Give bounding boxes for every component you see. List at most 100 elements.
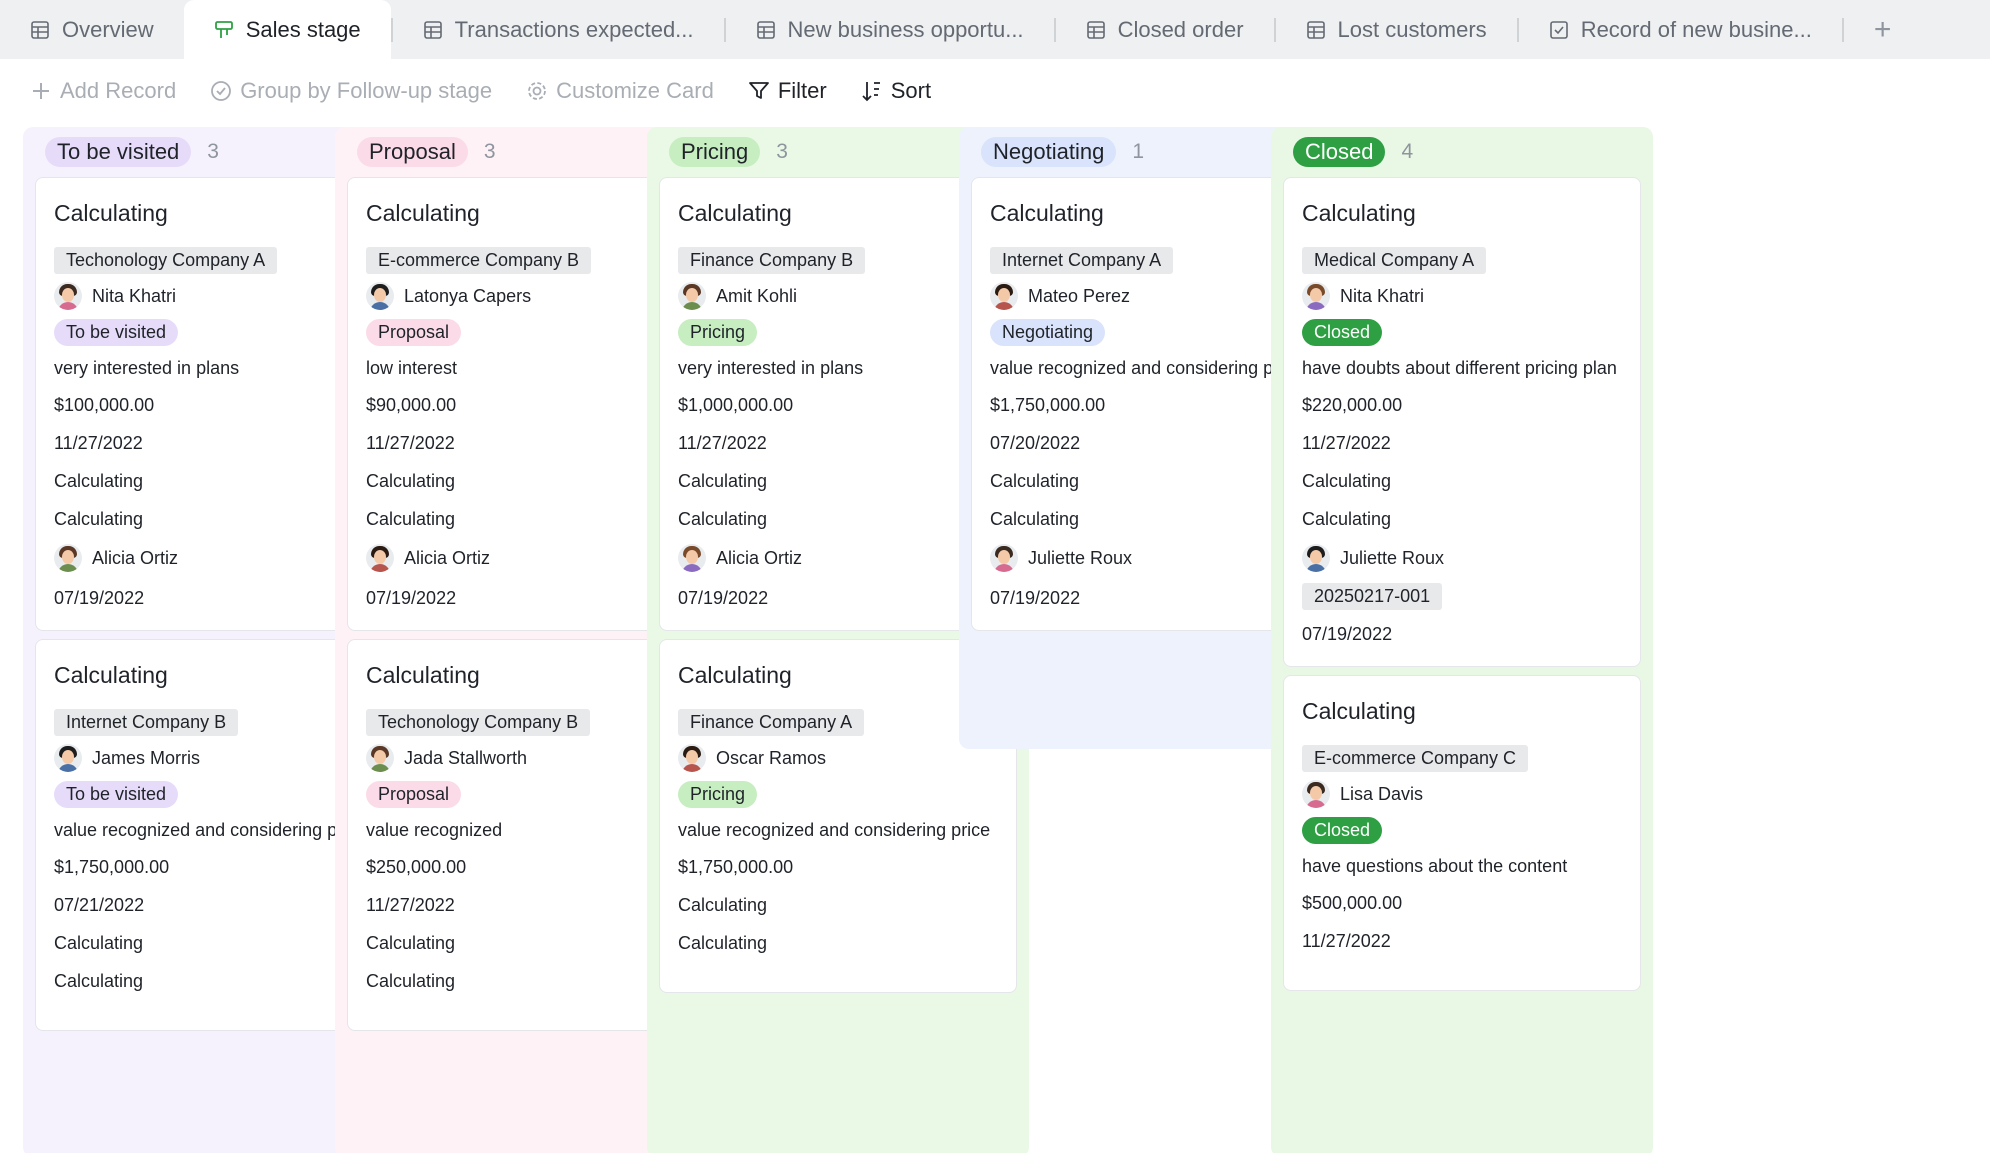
card-title: Calculating [678, 662, 792, 688]
sort-button[interactable]: Sort [861, 78, 931, 104]
card-field-stage: Proposal [366, 776, 686, 812]
view-tab-label: Overview [62, 16, 154, 42]
card-field-note: value recognized [366, 820, 503, 840]
card-field-calculated: Calculating [678, 508, 768, 529]
record-card[interactable]: Calculating E-commerce Company C Lisa Davi… [1283, 675, 1641, 991]
card-field-date: 07/21/2022 [54, 894, 145, 915]
column-count: 3 [207, 140, 219, 163]
card-field-owner: Alicia Ortiz [54, 538, 374, 578]
contact-name: Lisa Davis [1340, 783, 1424, 804]
card-field-contact: Jada Stallworth [366, 740, 686, 776]
view-tab-label: Transactions expected... [454, 16, 694, 42]
stage-tag: To be visited [54, 780, 179, 808]
view-toolbar: Add Record Group by Follow-up stage Cust… [0, 59, 1990, 123]
card-field-owner: Juliette Roux [990, 538, 1310, 578]
card-field-amount: $1,000,000.00 [678, 394, 794, 415]
view-tab-label: New business opportu... [787, 16, 1024, 42]
column-count: 4 [1401, 140, 1414, 163]
card-field-calculated: Calculating [54, 970, 144, 991]
filter-button[interactable]: Filter [748, 78, 827, 104]
view-tab[interactable]: Closed order [1056, 0, 1274, 59]
table-icon [756, 20, 776, 40]
view-tab[interactable]: Overview [0, 0, 184, 59]
card-field-owner: Juliette Roux [1302, 538, 1622, 578]
card-field-company: Finance Company B [678, 242, 998, 278]
code-tag: 20250217-001 [1302, 582, 1443, 610]
card-field-created-date: 07/19/2022 [54, 587, 145, 608]
card-field-company: E-commerce Company C [1302, 740, 1622, 776]
card-field-stage: Closed [1302, 812, 1622, 848]
card-field-stage: Pricing [678, 314, 998, 350]
card-field-stage: Pricing [678, 776, 998, 812]
customize-card-button[interactable]: Customize Card [526, 78, 714, 104]
card-title: Calculating [1302, 200, 1416, 226]
card-field-date: 11/27/2022 [366, 894, 455, 915]
avatar [366, 744, 394, 772]
sort-icon [861, 80, 883, 102]
card-field-company: Techonology Company A [54, 242, 374, 278]
card-field-amount: $90,000.00 [366, 394, 457, 415]
avatar [990, 282, 1018, 310]
record-card[interactable]: Calculating Medical Company A Nita Khatri C… [1283, 177, 1641, 667]
kanban-board: To be visited 3 Calculating Techonology Com… [23, 127, 1990, 1153]
avatar [54, 544, 82, 572]
stage-tag: Closed [1302, 816, 1383, 844]
owner-name: Alicia Ortiz [404, 547, 491, 568]
card-field-calculated: Calculating [678, 932, 768, 953]
view-tab[interactable]: New business opportu... [726, 0, 1054, 59]
company-tag: Techonology Company B [366, 708, 591, 736]
add-view-button[interactable]: + [1844, 0, 1922, 59]
card-title: Calculating [366, 662, 480, 688]
card-field-date: 11/27/2022 [1302, 930, 1391, 951]
add-record-button[interactable]: Add Record [30, 78, 176, 104]
gear-icon [526, 80, 548, 102]
avatar [1302, 780, 1330, 808]
card-field-note: very interested in plans [678, 358, 864, 378]
table-icon [30, 20, 50, 40]
card-field-calculated: Calculating [366, 508, 456, 529]
card-field-calculated: Calculating [54, 932, 144, 953]
avatar [678, 544, 706, 572]
contact-name: Nita Khatri [1340, 285, 1425, 306]
view-tab-label: Record of new busine... [1580, 16, 1812, 42]
kanban-icon [214, 20, 234, 40]
stage-tag: Negotiating [990, 318, 1106, 346]
card-field-calculated: Calculating [1302, 508, 1392, 529]
card-field-calculated: Calculating [54, 470, 144, 491]
company-tag: Finance Company A [678, 708, 865, 736]
avatar [366, 282, 394, 310]
stage-tag: Closed [1302, 318, 1383, 346]
card-field-calculated: Calculating [678, 894, 768, 915]
card-field-note: very interested in plans [54, 358, 240, 378]
card-field-amount: $100,000.00 [54, 394, 155, 415]
card-field-owner: Alicia Ortiz [366, 538, 686, 578]
card-title: Calculating [54, 200, 168, 226]
card-field-company: Internet Company A [990, 242, 1310, 278]
owner-name: Juliette Roux [1028, 547, 1133, 568]
column-stage-tag: Pricing [669, 137, 761, 167]
card-field-contact: Oscar Ramos [678, 740, 998, 776]
contact-name: Nita Khatri [92, 285, 177, 306]
column-header: Closed 4 [1283, 127, 1641, 177]
company-tag: Internet Company B [54, 708, 239, 736]
view-tab[interactable]: Transactions expected... [393, 0, 724, 59]
company-tag: Internet Company A [990, 246, 1174, 274]
view-tab[interactable]: Lost customers [1276, 0, 1517, 59]
view-tab[interactable]: Record of new busine... [1519, 0, 1842, 59]
card-field-calculated: Calculating [678, 470, 768, 491]
card-field-date: 11/27/2022 [1302, 432, 1391, 453]
contact-name: Oscar Ramos [716, 747, 827, 768]
card-field-company: Medical Company A [1302, 242, 1622, 278]
owner-name: Alicia Ortiz [716, 547, 803, 568]
view-tab[interactable]: Sales stage [183, 0, 391, 59]
kanban-column-closed: Closed 4 Calculating Medical Company A Nita … [1271, 127, 1653, 1153]
stage-tag: Proposal [366, 318, 462, 346]
card-field-note: have doubts about different pricing plan [1302, 358, 1617, 378]
card-field-stage: To be visited [54, 314, 374, 350]
group-by-button[interactable]: Group by Follow-up stage [210, 78, 492, 104]
card-field-note: value recognized and considering price [678, 820, 991, 840]
column-count: 3 [483, 140, 496, 163]
card-field-calculated: Calculating [1302, 470, 1392, 491]
avatar [54, 282, 82, 310]
card-field-stage: Negotiating [990, 314, 1310, 350]
